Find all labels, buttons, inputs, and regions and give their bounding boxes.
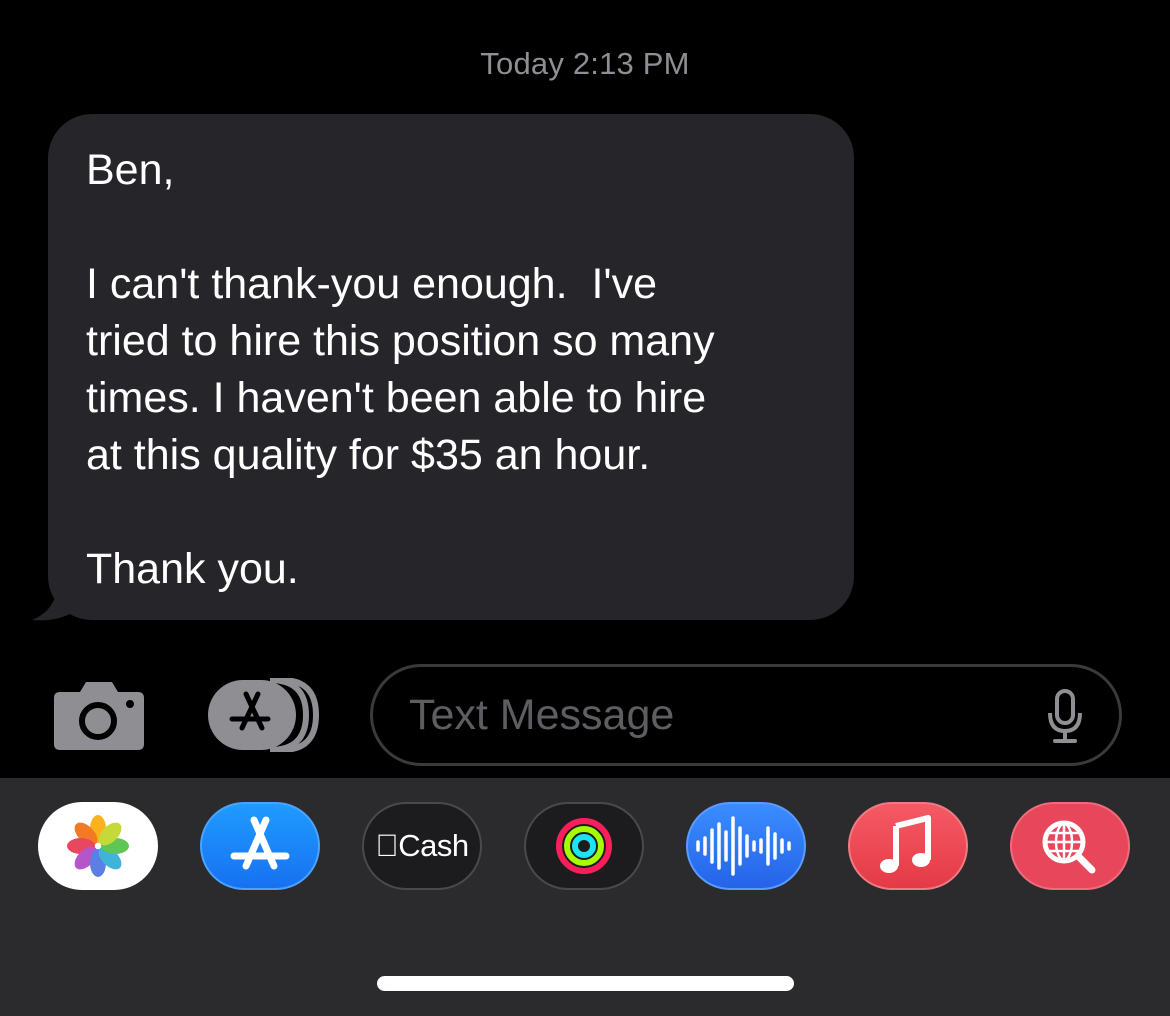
message-line: Thank you. xyxy=(86,545,299,593)
app-store-icon xyxy=(230,816,290,870)
camera-icon[interactable] xyxy=(52,678,146,752)
cash-label-text: Cash xyxy=(386,828,469,863)
waveform-icon xyxy=(696,816,791,876)
message-line: times. I haven't been able to hire xyxy=(86,374,707,422)
app-store-icon[interactable] xyxy=(206,678,322,752)
activity-rings-icon xyxy=(556,818,612,874)
messages-screen: Today 2:13 PM Ben, I can't thank-you eno… xyxy=(0,0,1170,1016)
message-line: Ben, xyxy=(86,146,175,194)
apple-cash-app-button[interactable]: Cash xyxy=(362,802,482,890)
message-line: I can't thank-you enough. I've xyxy=(86,260,658,308)
photos-icon xyxy=(67,815,129,877)
microphone-icon[interactable] xyxy=(1045,689,1085,745)
images-search-app-button[interactable] xyxy=(1010,802,1130,890)
text-message-input[interactable] xyxy=(409,685,1009,745)
app-store-app-button[interactable] xyxy=(200,802,320,890)
apple-logo-icon:  xyxy=(375,828,398,863)
photos-app-button[interactable] xyxy=(38,802,158,890)
incoming-message-bubble[interactable]: Ben, I can't thank-you enough. I've trie… xyxy=(48,114,854,620)
message-timestamp: Today 2:13 PM xyxy=(480,46,690,81)
fitness-app-button[interactable] xyxy=(524,802,644,890)
music-app-button[interactable] xyxy=(848,802,968,890)
text-message-field[interactable] xyxy=(370,664,1122,766)
message-line: at this quality for $35 an hour. xyxy=(86,431,651,479)
audio-message-app-button[interactable] xyxy=(686,802,806,890)
home-indicator[interactable] xyxy=(377,976,794,991)
apple-cash-label: Cash xyxy=(364,804,480,888)
composer-row xyxy=(0,660,1170,770)
music-note-icon xyxy=(880,815,931,873)
message-line: tried to hire this position so many xyxy=(86,317,715,365)
globe-search-icon xyxy=(1042,820,1096,874)
